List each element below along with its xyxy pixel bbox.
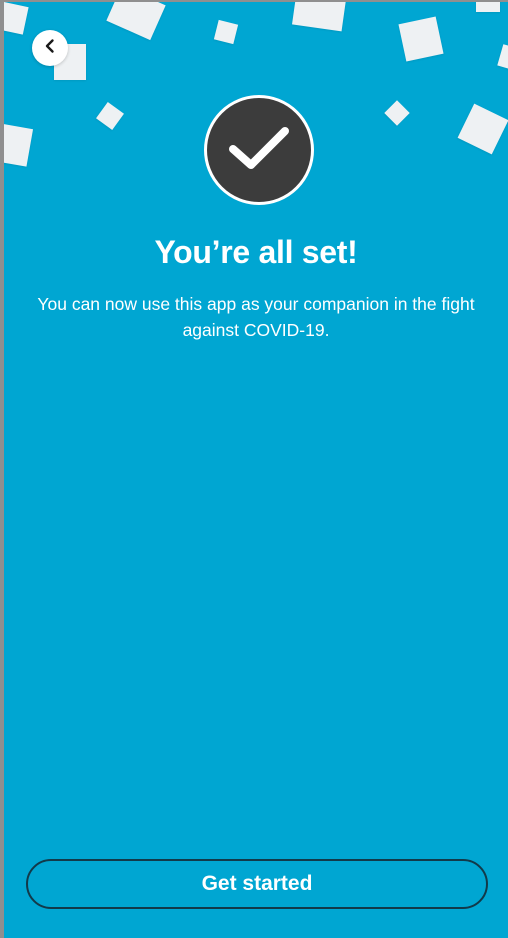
confetti-square [476,2,500,12]
success-message: You can now use this app as your compani… [37,294,475,340]
get-started-button[interactable]: Get started [26,859,488,909]
confetti-square [292,2,346,32]
confetti-square [213,19,239,45]
success-screen: You’re all set! You can now use this app… [4,2,508,938]
confetti-square [4,2,29,35]
success-check-badge [204,95,314,205]
chevron-left-icon [42,38,58,59]
confetti-square [457,103,508,155]
checkmark-icon [227,123,291,178]
confetti-square [106,2,166,41]
confetti-square [96,102,124,130]
confetti-square [4,123,34,167]
page-title: You’re all set! [154,234,358,270]
confetti-square [384,100,410,126]
back-button[interactable] [32,30,68,66]
confetti-square [398,16,444,62]
confetti-square [497,44,508,70]
